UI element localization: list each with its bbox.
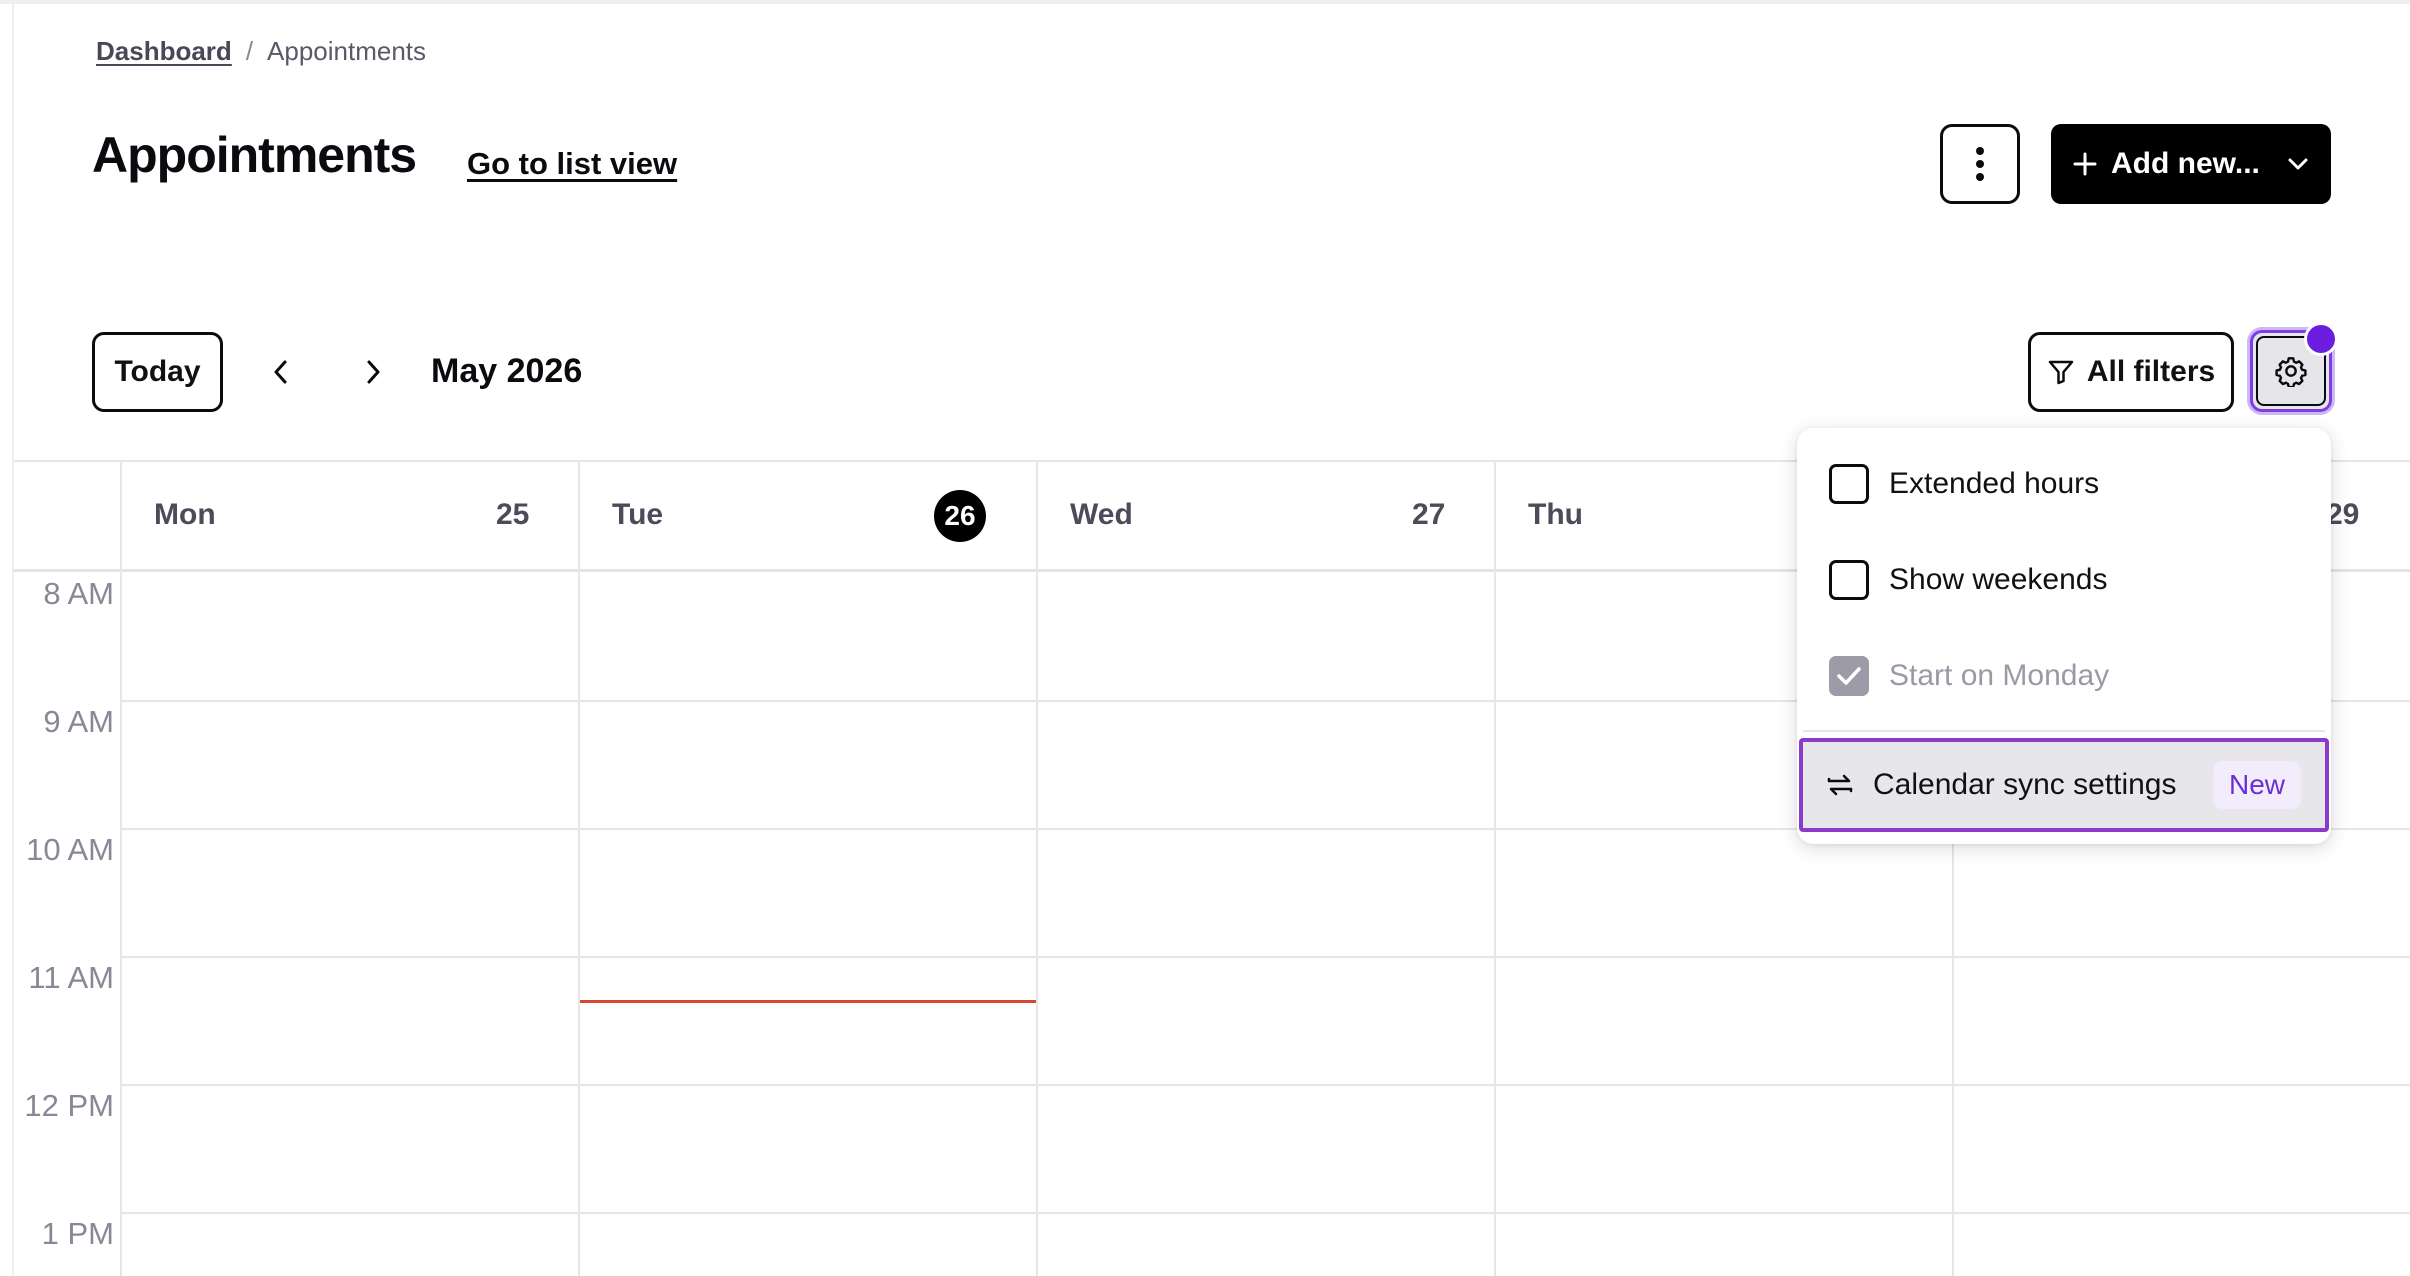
today-date-badge: 26	[934, 490, 986, 542]
all-filters-label: All filters	[2086, 355, 2216, 388]
chevron-down-icon	[2288, 158, 2308, 170]
breadcrumb-current: Appointments	[267, 36, 427, 66]
column-divider	[1036, 460, 1038, 1276]
breadcrumb-dashboard-link[interactable]: Dashboard	[96, 36, 232, 67]
day-header-mon: Mon	[154, 498, 216, 531]
checkmark-icon	[1837, 667, 1861, 685]
start-on-monday-label: Start on Monday	[1889, 659, 2110, 692]
top-divider	[0, 0, 2410, 4]
next-week-button[interactable]	[352, 350, 396, 394]
extended-hours-label: Extended hours	[1889, 467, 2100, 500]
sync-arrows-icon	[1827, 774, 1853, 796]
breadcrumb-separator: /	[245, 36, 254, 66]
day-date-fri: 29	[2326, 498, 2360, 531]
previous-week-button[interactable]	[258, 350, 302, 394]
current-month-label: May 2026	[431, 352, 583, 390]
menu-item-extended-hours[interactable]: Extended hours	[1797, 444, 2331, 524]
extended-hours-checkbox[interactable]	[1829, 464, 1869, 504]
show-weekends-label: Show weekends	[1889, 563, 2108, 596]
day-date-mon: 25	[496, 498, 530, 531]
calendar-sync-settings-label: Calendar sync settings	[1873, 768, 2177, 801]
column-divider	[1494, 460, 1496, 1276]
hour-label-9am: 9 AM	[43, 704, 114, 739]
day-date-wed: 27	[1412, 498, 1446, 531]
column-divider	[578, 460, 580, 1276]
chevron-left-icon	[274, 360, 287, 384]
menu-item-show-weekends[interactable]: Show weekends	[1797, 540, 2331, 620]
page-title: Appointments	[92, 127, 417, 183]
hour-label-11am: 11 AM	[28, 960, 114, 995]
time-gutter-divider	[120, 460, 122, 1276]
hour-label-8am: 8 AM	[43, 576, 114, 611]
all-filters-button[interactable]: All filters	[2028, 332, 2234, 412]
calendar-settings-menu: Extended hours Show weekends Start on Mo…	[1797, 428, 2331, 844]
current-time-indicator	[580, 1000, 1036, 1003]
hour-label-10am: 10 AM	[26, 832, 114, 867]
today-button[interactable]: Today	[92, 332, 223, 412]
hour-label-1pm: 1 PM	[41, 1216, 114, 1251]
menu-divider	[1803, 730, 2325, 732]
day-header-wed: Wed	[1070, 498, 1133, 531]
add-new-button[interactable]: Add new...	[2051, 124, 2331, 204]
hour-row-divider	[122, 1084, 2410, 1086]
hour-row-divider	[122, 1212, 2410, 1214]
hour-row-divider	[122, 956, 2410, 958]
chevron-right-icon	[367, 360, 380, 384]
filter-icon	[2048, 360, 2074, 385]
plus-icon	[2073, 152, 2097, 176]
day-header-thu: Thu	[1528, 498, 1583, 531]
go-to-list-view-link[interactable]: Go to list view	[467, 146, 677, 182]
add-new-label: Add new...	[2111, 147, 2260, 180]
day-header-tue: Tue	[612, 498, 664, 531]
new-badge: New	[2212, 761, 2301, 809]
calendar-sync-settings-item[interactable]: Calendar sync settings New	[1799, 738, 2329, 832]
start-on-monday-checkbox	[1829, 656, 1869, 696]
more-options-button[interactable]	[1940, 124, 2020, 204]
notification-dot	[2304, 322, 2338, 356]
show-weekends-checkbox[interactable]	[1829, 560, 1869, 600]
more-vertical-icon	[1976, 147, 1984, 181]
menu-item-start-on-monday: Start on Monday	[1797, 636, 2331, 716]
hour-label-12pm: 12 PM	[24, 1088, 114, 1123]
appointments-page: Dashboard / Appointments Appointments Go…	[0, 0, 2410, 1276]
breadcrumb: Dashboard / Appointments	[96, 36, 426, 67]
